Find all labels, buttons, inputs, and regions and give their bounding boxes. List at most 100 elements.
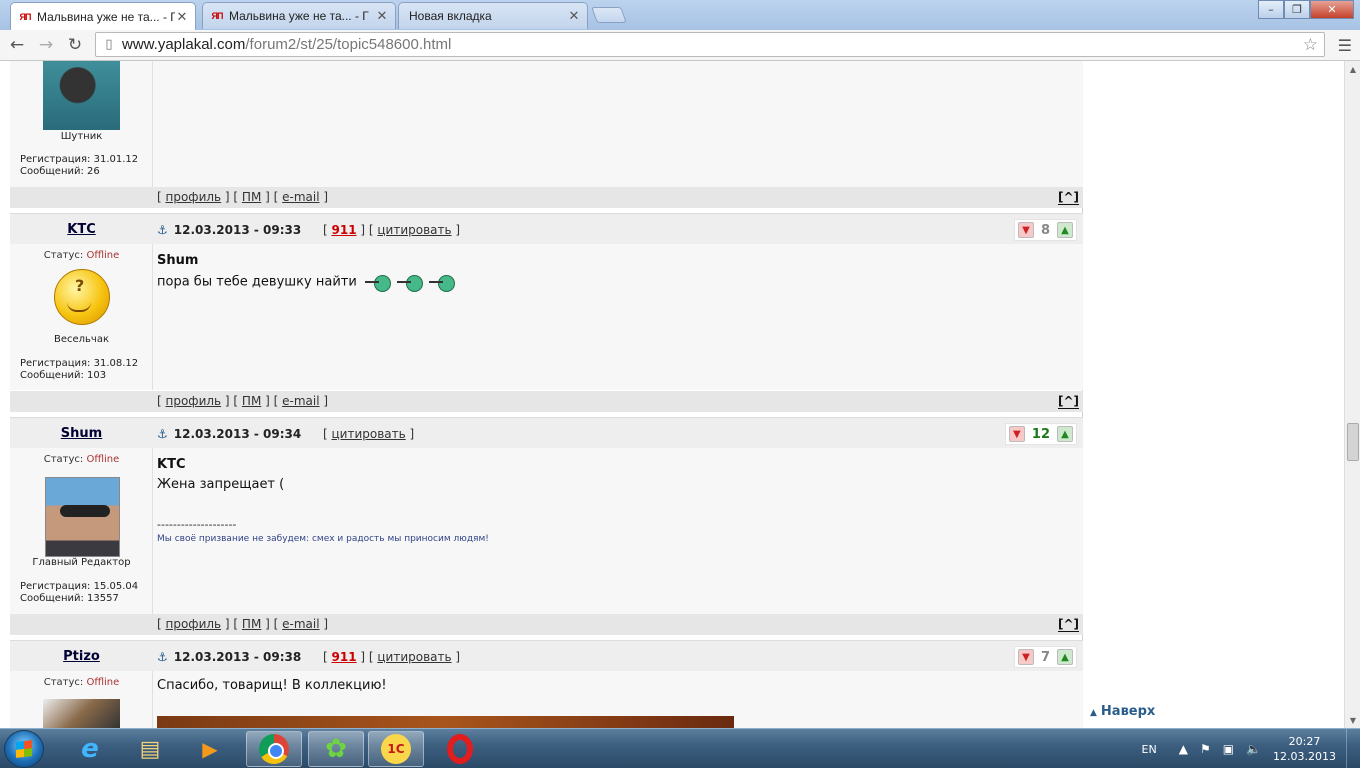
user-status: Статус: Offline [10,677,153,688]
forum-posts: Шутник Регистрация: 31.01.12 Сообщений: … [10,61,1083,728]
post-date: ⚓ 12.03.2013 - 09:38 [157,650,301,664]
post-date-text: 12.03.2013 - 09:33 [173,223,302,237]
tray-arrow-icon[interactable]: ▲ [1179,742,1188,756]
minimize-icon[interactable]: – [1258,0,1284,19]
opera-icon [447,734,473,764]
forum-post: Ptizo ⚓ 12.03.2013 - 09:38 [ 911 ] [ цити… [10,640,1083,728]
volume-icon[interactable]: 🔈 [1246,742,1261,756]
url-text: www.yaplakal.com/forum2/st/25/topic54860… [122,36,451,53]
address-bar[interactable]: ▯ www.yaplakal.com/forum2/st/25/topic548… [95,32,1325,57]
scroll-top-link[interactable]: [^] [1057,190,1079,205]
clock[interactable]: 20:27 12.03.2013 [1273,734,1336,764]
post-footer-links: [ профиль ] [ ПМ ] [ e-mail ] [157,190,329,204]
user-reginfo: Регистрация: 15.05.04 Сообщений: 13557 [20,581,138,605]
media-player-icon[interactable]: ▶ [182,731,238,767]
tab-1[interactable]: ЯП Мальвина уже не та... - Г ✕ [10,2,196,30]
show-desktop-button[interactable] [1346,729,1360,768]
rating-value: 7 [1040,649,1050,665]
arrow-up-icon: ▲ [1090,708,1097,718]
scroll-top-link[interactable]: [^] [1057,394,1079,409]
post-header-links: [ цитировать ] [323,427,415,441]
email-link[interactable]: e-mail [282,190,319,204]
page-icon: ▯ [105,37,113,52]
post-rating: ▼ 8 ▲ [1013,219,1077,241]
post-image [157,716,734,728]
avatar [43,699,120,728]
post-number-link[interactable]: 911 [332,223,357,237]
pm-link[interactable]: ПМ [242,190,261,204]
tab-close-icon[interactable]: ✕ [375,8,389,24]
post-content: Спасибо, товарищ! В коллекцию! [157,678,387,693]
window-controls: – ❐ ✕ [1258,0,1354,19]
thumb-down-icon[interactable]: ▼ [1017,222,1034,238]
registration-date: Регистрация: 31.08.12 [20,358,139,369]
quote-to-user: Shum [157,253,199,268]
forum-post: Shum ⚓ 12.03.2013 - 09:34 [ цитировать ] … [10,417,1083,640]
author-column: Статус: Offline Весельчак Регистрация: 3… [10,244,153,390]
thumb-down-icon[interactable]: ▼ [1008,426,1025,442]
quote-link[interactable]: цитировать [377,223,451,237]
browser-toolbar: ← → ↻ ▯ www.yaplakal.com/forum2/st/25/to… [0,30,1360,61]
ie-icon[interactable]: e [62,731,118,767]
flag-icon[interactable]: ⚑ [1200,742,1211,756]
anchor-icon[interactable]: ⚓ [157,427,168,441]
opera-taskbar-button[interactable] [432,731,488,767]
author-name[interactable]: Ptizo [10,649,153,664]
author-name[interactable]: KTC [10,222,153,237]
anchor-icon[interactable]: ⚓ [157,650,168,664]
1c-icon: 1С [381,734,411,764]
quote-link[interactable]: цитировать [332,427,406,441]
author-column: Статус: Offline Главный Редактор Регистр… [10,448,153,614]
1c-taskbar-button[interactable]: 1С [368,731,424,767]
page-scrollbar[interactable]: ▲ ▼ [1344,61,1360,728]
quote-link[interactable]: цитировать [377,650,451,664]
anchor-icon[interactable]: ⚓ [157,223,168,237]
post-number-link[interactable]: 911 [332,650,357,664]
signature-divider: -------------------- [157,518,237,531]
thumb-up-icon[interactable]: ▲ [1057,222,1073,238]
scroll-top-link[interactable]: [^] [1057,617,1079,632]
network-icon[interactable]: ▣ [1223,742,1234,756]
tab-2[interactable]: ЯП Мальвина уже не та... - Г ✕ [202,2,396,29]
start-button[interactable] [4,730,44,768]
user-rank: Весельчак [53,334,110,345]
pm-link[interactable]: ПМ [242,394,261,408]
author-name[interactable]: Shum [10,426,153,441]
post-body: Статус: Offline Спасибо, товарищ! В колл… [10,671,1083,728]
thumb-down-icon[interactable]: ▼ [1017,649,1034,665]
bookmark-star-icon[interactable]: ☆ [1303,35,1318,55]
tab-3[interactable]: Новая вкладка ✕ [398,2,588,29]
maximize-icon[interactable]: ❐ [1284,0,1310,19]
scroll-up-icon[interactable]: ▲ [1345,61,1360,77]
explorer-icon[interactable]: ▤ [122,731,178,767]
tab-title: Мальвина уже не та... - Г [229,9,369,23]
yaplakal-favicon-icon: ЯП [19,11,32,22]
profile-link[interactable]: профиль [166,617,222,631]
language-indicator[interactable]: EN [1142,743,1157,756]
thumb-up-icon[interactable]: ▲ [1057,426,1073,442]
email-link[interactable]: e-mail [282,617,319,631]
icq-icon[interactable]: ✿ [308,731,364,767]
thumb-up-icon[interactable]: ▲ [1057,649,1073,665]
back-to-top-link[interactable]: ▲ Наверх [1090,704,1155,719]
scrollbar-thumb[interactable] [1347,423,1359,461]
back-arrow-icon[interactable]: ← [5,34,29,56]
rating-value: 12 [1031,426,1050,442]
status-value: Offline [86,454,120,465]
pm-link[interactable]: ПМ [242,617,261,631]
profile-link[interactable]: профиль [166,394,222,408]
chrome-taskbar-button[interactable] [246,731,302,767]
post-header-links: [ 911 ] [ цитировать ] [323,650,461,664]
email-link[interactable]: e-mail [282,394,319,408]
close-window-icon[interactable]: ✕ [1310,0,1354,19]
profile-link[interactable]: профиль [166,190,222,204]
reload-icon[interactable]: ↻ [63,34,87,56]
post-footer: [ профиль ] [ ПМ ] [ e-mail ] [^] [10,614,1083,635]
url-domain: www.yaplakal.com [122,36,246,53]
tab-close-icon[interactable]: ✕ [175,9,189,25]
tab-close-icon[interactable]: ✕ [567,8,581,24]
forward-arrow-icon[interactable]: → [34,34,58,56]
new-tab-button[interactable] [591,7,627,23]
scroll-down-icon[interactable]: ▼ [1345,712,1360,728]
chrome-menu-icon[interactable]: ☰ [1338,36,1352,55]
